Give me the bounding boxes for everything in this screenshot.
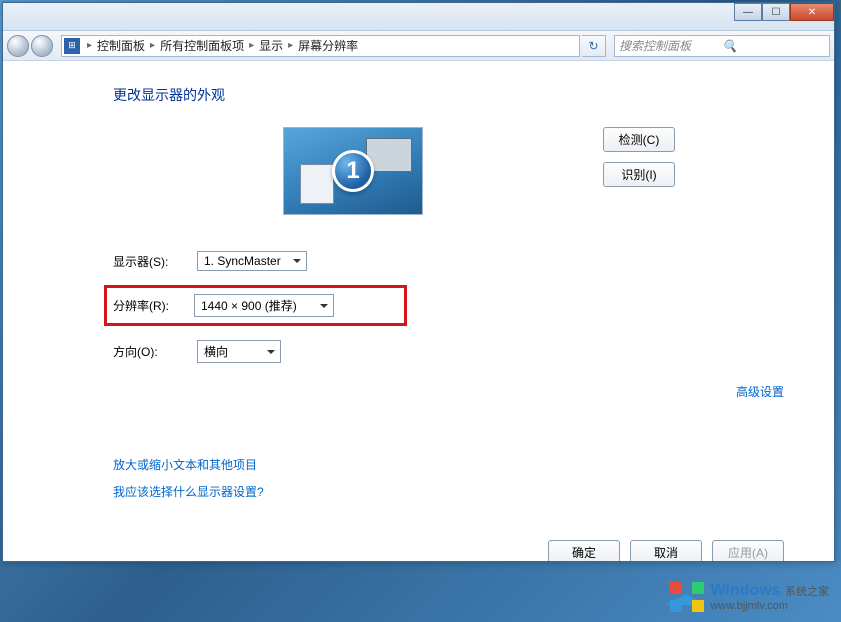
monitor-number-badge: 1 [332, 150, 374, 192]
forward-button[interactable] [31, 35, 53, 57]
search-icon: 🔍 [722, 39, 825, 53]
resolution-label: 分辨率(R): [113, 297, 194, 314]
preview-window-icon [300, 164, 334, 204]
monitor-preview[interactable]: 1 [283, 127, 423, 215]
watermark: Windows 系统之家 www.bjjmlv.com [670, 582, 829, 612]
detect-button[interactable]: 检测(C) [603, 127, 675, 152]
display-label: 显示器(S): [113, 253, 197, 270]
breadcrumb-separator: ▸ [147, 40, 158, 51]
control-panel-icon: ⊞ [64, 38, 80, 54]
maximize-button[interactable]: ☐ [762, 3, 790, 21]
display-row: 显示器(S): 1. SyncMaster [113, 251, 788, 271]
close-button[interactable]: ✕ [790, 3, 834, 21]
titlebar: — ☐ ✕ [3, 3, 834, 31]
resolution-dropdown[interactable]: 1440 × 900 (推荐) [194, 294, 334, 317]
search-placeholder: 搜索控制面板 [619, 37, 722, 54]
breadcrumb-item[interactable]: 所有控制面板项 [158, 37, 246, 54]
page-title: 更改显示器的外观 [113, 85, 788, 105]
display-dropdown[interactable]: 1. SyncMaster [197, 251, 307, 271]
search-input[interactable]: 搜索控制面板 🔍 [614, 35, 830, 57]
refresh-button[interactable]: ↻ [582, 35, 606, 57]
windows-logo-icon [670, 582, 704, 612]
watermark-subtitle: 系统之家 [785, 586, 829, 598]
which-display-link[interactable]: 我应该选择什么显示器设置? [113, 483, 788, 500]
control-panel-window: — ☐ ✕ ⊞ ▸ 控制面板 ▸ 所有控制面板项 ▸ 显示 ▸ 屏幕分辨率 ↻ … [2, 2, 835, 562]
back-button[interactable] [7, 35, 29, 57]
cancel-button[interactable]: 取消 [630, 540, 702, 561]
address-bar[interactable]: ⊞ ▸ 控制面板 ▸ 所有控制面板项 ▸ 显示 ▸ 屏幕分辨率 [61, 35, 580, 57]
navigation-bar: ⊞ ▸ 控制面板 ▸ 所有控制面板项 ▸ 显示 ▸ 屏幕分辨率 ↻ 搜索控制面板… [3, 31, 834, 61]
text-size-link[interactable]: 放大或缩小文本和其他项目 [113, 456, 788, 473]
orientation-label: 方向(O): [113, 343, 197, 360]
identify-button[interactable]: 识别(I) [603, 162, 675, 187]
resolution-row-highlighted: 分辨率(R): 1440 × 900 (推荐) [104, 285, 407, 326]
breadcrumb-item[interactable]: 显示 [257, 37, 285, 54]
breadcrumb-item[interactable]: 控制面板 [95, 37, 147, 54]
breadcrumb-separator: ▸ [84, 40, 95, 51]
orientation-dropdown[interactable]: 横向 [197, 340, 281, 363]
apply-button[interactable]: 应用(A) [712, 540, 784, 561]
minimize-button[interactable]: — [734, 3, 762, 21]
content-area: 更改显示器的外观 1 检测(C) 识别(I) 显示器(S): 1. SyncMa… [3, 61, 834, 561]
watermark-brand: Windows [710, 582, 780, 599]
orientation-row: 方向(O): 横向 [113, 340, 788, 363]
advanced-settings-link[interactable]: 高级设置 [113, 383, 784, 400]
breadcrumb-separator: ▸ [285, 40, 296, 51]
breadcrumb-separator: ▸ [246, 40, 257, 51]
breadcrumb-current: 屏幕分辨率 [296, 37, 360, 54]
ok-button[interactable]: 确定 [548, 540, 620, 561]
watermark-url: www.bjjmlv.com [710, 600, 829, 612]
